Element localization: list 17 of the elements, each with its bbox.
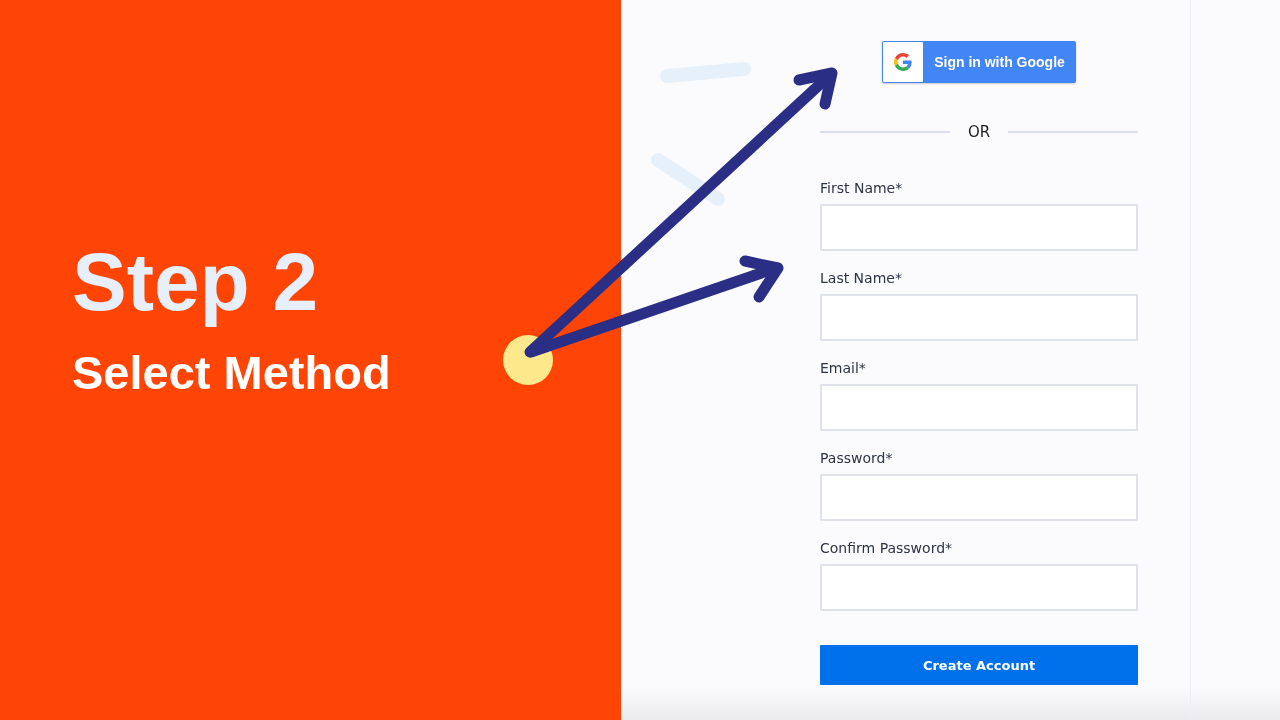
input-field[interactable] <box>820 294 1138 341</box>
g-logo-icon <box>883 42 924 82</box>
step-title: Step 2 <box>72 235 319 329</box>
field-label: Last Name* <box>820 269 902 288</box>
field-label: First Name* <box>820 179 903 198</box>
field-label: Confirm Password* <box>820 539 953 558</box>
create-account-button[interactable]: Create Account <box>820 645 1138 685</box>
input-field[interactable] <box>820 474 1138 521</box>
input-field[interactable] <box>820 564 1138 611</box>
input-field[interactable] <box>820 384 1138 431</box>
google-sign-in-button[interactable]: Sign in with Google <box>882 41 1076 83</box>
or-divider-text: OR <box>967 122 991 142</box>
input-field[interactable] <box>820 204 1138 251</box>
highlight-dot-icon <box>503 335 553 385</box>
field-label: Email* <box>820 359 866 378</box>
field-label: Password* <box>820 449 893 468</box>
step-subtitle: Select Method <box>72 345 391 402</box>
